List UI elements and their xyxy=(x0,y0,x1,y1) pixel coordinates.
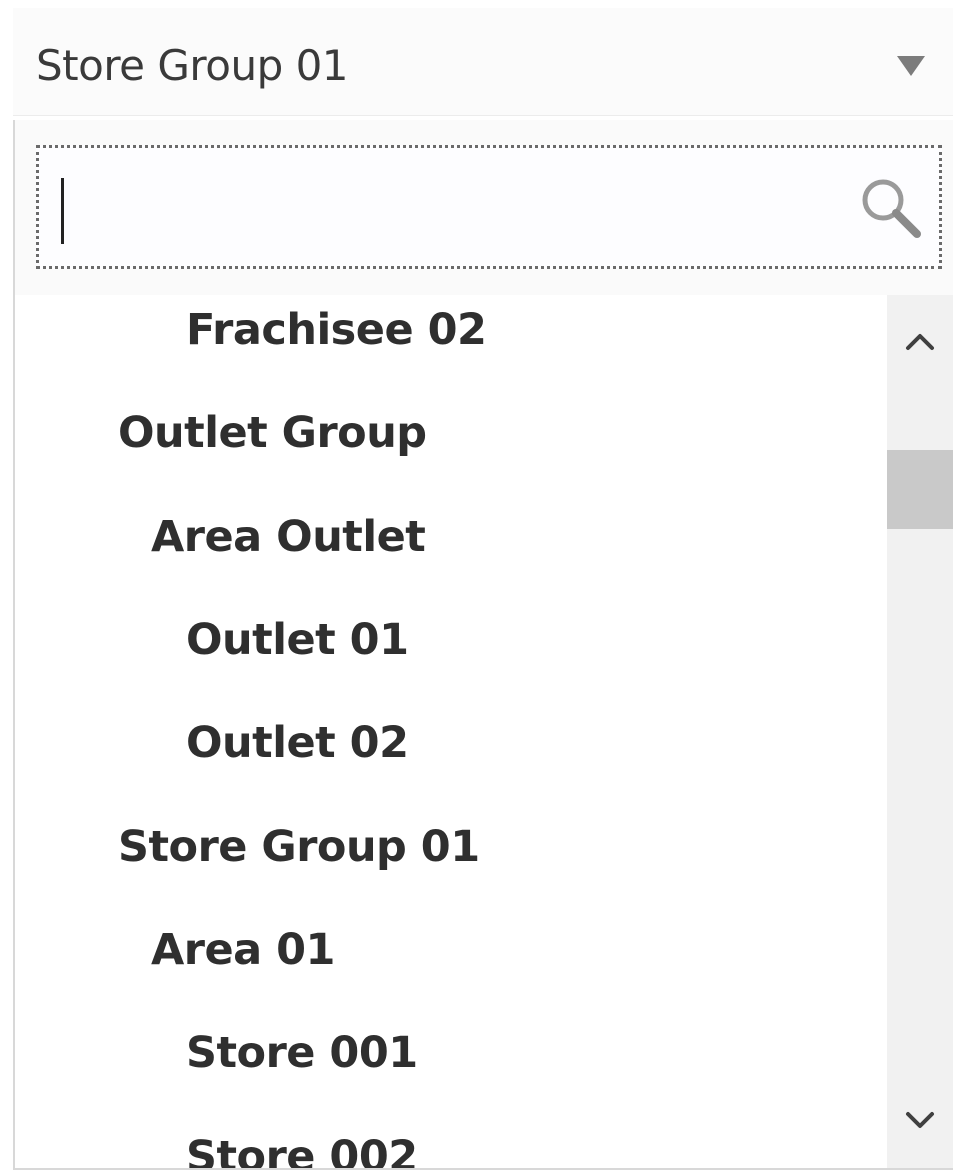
search-area xyxy=(15,120,953,295)
scrollbar-thumb[interactable] xyxy=(887,450,953,529)
store-group-select[interactable]: Store Group 01 xyxy=(13,8,953,116)
list-item[interactable]: Outlet Group xyxy=(118,406,427,460)
search-box[interactable] xyxy=(36,145,942,269)
chevron-up-icon[interactable] xyxy=(887,295,953,385)
search-input[interactable] xyxy=(53,160,837,256)
list-item[interactable]: Store 002 xyxy=(186,1130,418,1168)
search-icon[interactable] xyxy=(857,174,923,240)
list-item[interactable]: Frachisee 02 xyxy=(186,303,487,357)
list-item[interactable]: Area Outlet xyxy=(151,510,426,564)
list-item[interactable]: Area 01 xyxy=(151,923,335,977)
chevron-down-icon[interactable] xyxy=(887,1078,953,1168)
vertical-scrollbar[interactable] xyxy=(887,295,953,1168)
store-group-dropdown: Store Group 01 Frachisee 02 Outlet Group… xyxy=(0,0,953,1170)
list-item[interactable]: Store 001 xyxy=(186,1026,418,1080)
option-list: Frachisee 02 Outlet Group Area Outlet Ou… xyxy=(15,295,885,1168)
dropdown-panel: Frachisee 02 Outlet Group Area Outlet Ou… xyxy=(13,120,953,1170)
list-item[interactable]: Outlet 02 xyxy=(186,716,409,770)
list-item[interactable]: Outlet 01 xyxy=(186,613,409,667)
list-item[interactable]: Store Group 01 xyxy=(118,820,480,874)
text-caret xyxy=(61,178,64,244)
dropdown-arrow-icon[interactable] xyxy=(897,56,925,76)
select-value: Store Group 01 xyxy=(36,41,349,90)
